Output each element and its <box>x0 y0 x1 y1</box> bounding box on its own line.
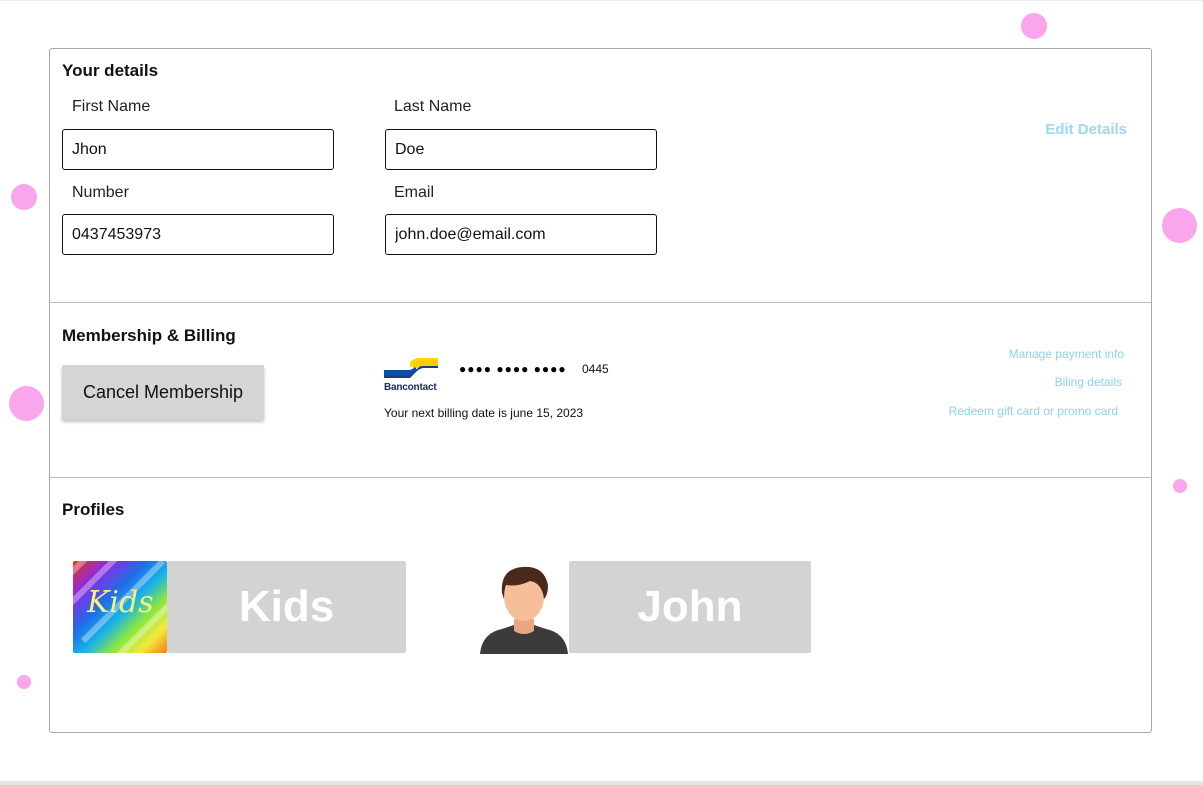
account-card: Your details First Name Last Name Number… <box>49 48 1152 733</box>
card-number-mask: ●●●● ●●●● ●●●● <box>459 362 567 376</box>
email-field[interactable] <box>385 214 657 255</box>
email-label: Email <box>394 184 435 201</box>
billing-details-link[interactable]: Biling details <box>1055 375 1122 389</box>
profile-card-john[interactable]: John <box>478 561 811 654</box>
number-label: Number <box>72 184 129 201</box>
kids-avatar-label: Kids <box>87 585 154 620</box>
card-brand-label: Bancontact <box>384 382 437 393</box>
last-name-field[interactable] <box>385 129 657 170</box>
profile-card-kids[interactable]: Kids Kids <box>73 561 406 654</box>
number-field[interactable] <box>62 214 334 255</box>
profiles-section: Profiles Kids Kids John <box>50 478 1151 732</box>
manage-payment-link[interactable]: Manage payment info <box>1009 347 1124 361</box>
last-name-label: Last Name <box>394 98 472 115</box>
profile-name-kids: Kids <box>167 561 406 653</box>
edit-details-link[interactable]: Edit Details <box>1045 121 1127 138</box>
profile-name-john: John <box>569 561 811 653</box>
first-name-label: First Name <box>72 98 151 115</box>
next-billing-date: Your next billing date is june 15, 2023 <box>384 406 584 420</box>
decor-dot <box>11 184 37 210</box>
rainbow-kids-icon: Kids <box>73 561 167 653</box>
bottom-divider <box>0 781 1203 785</box>
membership-title: Membership & Billing <box>62 326 236 345</box>
decor-dot <box>17 675 31 689</box>
details-title: Your details <box>62 61 159 80</box>
first-name-field[interactable] <box>62 129 334 170</box>
decor-dot <box>1162 208 1197 243</box>
cancel-membership-button[interactable]: Cancel Membership <box>62 365 264 420</box>
membership-section: Membership & Billing Cancel Membership B… <box>50 303 1151 478</box>
details-section: Your details First Name Last Name Number… <box>50 49 1151 303</box>
decor-dot <box>1173 479 1187 493</box>
decor-dot <box>1021 13 1047 39</box>
card-last-four: 0445 <box>582 362 609 376</box>
redeem-gift-card-link[interactable]: Redeem gift card or promo card <box>949 404 1118 418</box>
bancontact-logo-icon: Bancontact <box>384 358 440 394</box>
decor-dot <box>9 386 44 421</box>
user-avatar-icon <box>478 561 569 654</box>
profiles-title: Profiles <box>62 500 125 519</box>
